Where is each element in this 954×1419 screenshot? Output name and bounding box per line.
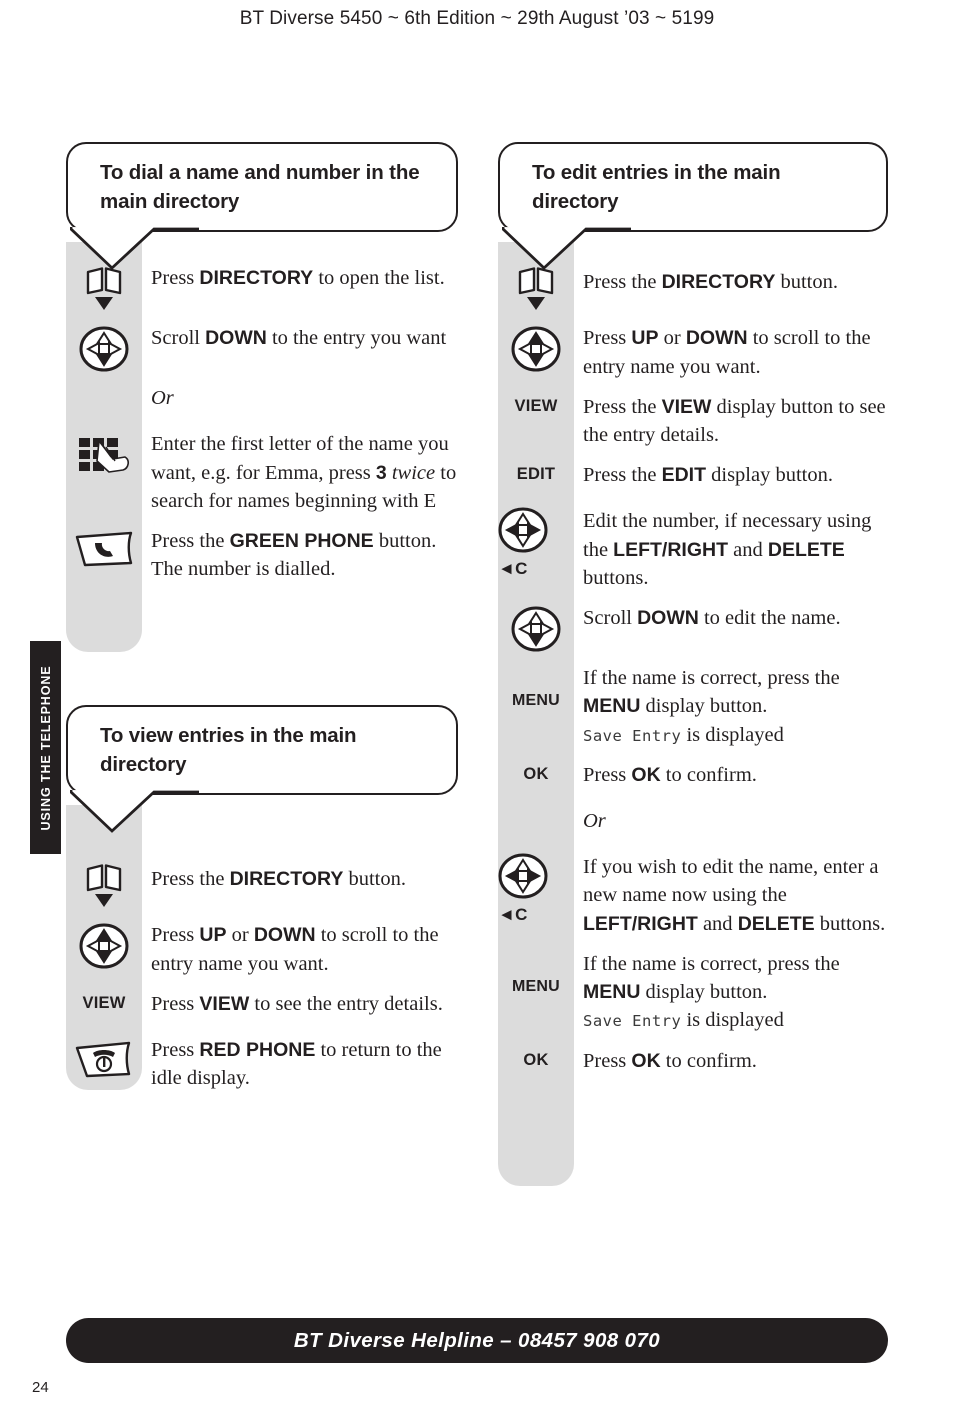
step-text: Press UP or DOWN to scroll to the entry … xyxy=(583,327,871,378)
step-text: Press OK to confirm. xyxy=(583,764,757,787)
step-item: Enter the first letter of the name you w… xyxy=(66,430,464,515)
step-text: Press OK to confirm. xyxy=(583,1049,757,1072)
nav-down-icon xyxy=(498,604,574,652)
nav-left-right-delete-icon: ◄C xyxy=(498,853,574,925)
steps-list: Press the DIRECTORY button. Press UP or … xyxy=(66,805,464,1092)
step-item-or: Or xyxy=(498,807,890,841)
steps-list: Press DIRECTORY to open the list. Scroll… xyxy=(66,242,464,653)
softkey-ok-label: OK xyxy=(498,761,574,795)
step-text: Enter the first letter of the name you w… xyxy=(151,433,457,512)
step-item: OK Press OK to confirm. xyxy=(498,761,890,795)
step-item: Press the GREEN PHONE button. The number… xyxy=(66,527,464,584)
page-number: 24 xyxy=(32,1379,49,1396)
nav-left-right-delete-icon: ◄C xyxy=(498,507,574,579)
step-item: Press UP or DOWN to scroll to the entry … xyxy=(66,921,464,978)
step-text: If the name is correct, press the MENU d… xyxy=(583,952,840,1032)
no-icon xyxy=(66,384,142,418)
step-text: Press the EDIT display button. xyxy=(583,464,833,487)
softkey-label: OK xyxy=(523,765,549,784)
softkey-edit-label: EDIT xyxy=(498,461,574,495)
section-side-tab: USING THE TELEPHONE xyxy=(30,641,61,854)
section-edit-entries: To edit entries in the main directory Pr… xyxy=(498,142,890,1187)
section-title-callout: To dial a name and number in the main di… xyxy=(66,142,458,271)
softkey-label: MENU xyxy=(512,977,560,995)
nav-down-icon xyxy=(66,324,142,372)
softkey-label: OK xyxy=(523,1050,549,1069)
step-text: Press RED PHONE to return to the idle di… xyxy=(151,1038,442,1090)
softkey-menu-label: MENU xyxy=(498,664,574,710)
step-item: Scroll DOWN to edit the name. xyxy=(498,604,890,652)
section-side-tab-label: USING THE TELEPHONE xyxy=(38,664,53,831)
step-text: Press the DIRECTORY button. xyxy=(151,868,406,891)
nav-up-down-icon xyxy=(66,921,142,969)
step-text: Scroll DOWN to the entry you want xyxy=(151,327,447,350)
softkey-label: VIEW xyxy=(514,396,558,415)
step-text: Press UP or DOWN to scroll to the entry … xyxy=(151,924,439,975)
section-title: To dial a name and number in the main di… xyxy=(100,161,420,214)
softkey-label: VIEW xyxy=(82,993,126,1012)
nav-up-down-icon xyxy=(498,324,574,372)
step-item: OK Press OK to confirm. xyxy=(498,1047,890,1081)
step-item: MENU If the name is correct, press the M… xyxy=(498,664,890,749)
step-item: Press UP or DOWN to scroll to the entry … xyxy=(498,324,890,381)
step-text: Or xyxy=(583,810,606,833)
keypad-hand-icon xyxy=(66,430,142,477)
section-title: To view entries in the main directory xyxy=(100,724,357,777)
softkey-label: MENU xyxy=(512,692,560,710)
callout-tail-icon xyxy=(502,227,631,271)
step-text: If the name is correct, press the MENU d… xyxy=(583,667,840,746)
step-item: ◄C Edit the number, if necessary using t… xyxy=(498,507,890,592)
delete-softkey-label: ◄C xyxy=(498,905,528,925)
step-text: Scroll DOWN to edit the name. xyxy=(583,607,841,630)
step-item: Scroll DOWN to the entry you want xyxy=(66,324,464,372)
no-icon xyxy=(498,807,574,841)
directory-book-icon xyxy=(66,861,142,909)
helpline-text: BT Diverse Helpline – 08457 908 070 xyxy=(293,1328,661,1352)
step-item: VIEW Press the VIEW display button to se… xyxy=(498,393,890,450)
step-text: Edit the number, if necessary using the … xyxy=(583,510,872,589)
step-item: MENU If the name is correct, press the M… xyxy=(498,950,890,1035)
helpline-bar: BT Diverse Helpline – 08457 908 070 xyxy=(66,1318,888,1363)
section-title-callout: To view entries in the main directory xyxy=(66,705,458,834)
step-item: Press RED PHONE to return to the idle di… xyxy=(66,1036,464,1093)
softkey-view-label: VIEW xyxy=(498,393,574,427)
step-text: Press the GREEN PHONE button. The number… xyxy=(151,530,437,581)
softkey-ok-label: OK xyxy=(498,1047,574,1081)
softkey-label: EDIT xyxy=(516,465,556,484)
section-title: To edit entries in the main directory xyxy=(532,161,781,214)
running-header: BT Diverse 5450 ~ 6th Edition ~ 29th Aug… xyxy=(239,8,715,29)
green-phone-icon xyxy=(66,527,142,569)
step-text: If you wish to edit the name, enter a ne… xyxy=(583,856,886,935)
section-view-entries: To view entries in the main directory Pr… xyxy=(66,705,464,1092)
callout-tail-icon xyxy=(70,227,199,271)
section-title-callout: To edit entries in the main directory xyxy=(498,142,888,271)
step-item: ◄C If you wish to edit the name, enter a… xyxy=(498,853,890,938)
callout-tail-icon xyxy=(70,790,199,834)
softkey-menu-label: MENU xyxy=(498,950,574,996)
softkey-view-label: VIEW xyxy=(66,990,142,1024)
step-text: Press VIEW to see the entry details. xyxy=(151,992,443,1015)
step-item: VIEW Press VIEW to see the entry details… xyxy=(66,990,464,1024)
delete-softkey-label: ◄C xyxy=(498,559,528,579)
step-item: EDIT Press the EDIT display button. xyxy=(498,461,890,495)
steps-list: Press the DIRECTORY button. Press UP or … xyxy=(498,242,890,1187)
step-text: Press the VIEW display button to see the… xyxy=(583,395,886,447)
step-text: Or xyxy=(151,387,174,410)
section-dial-name-number: To dial a name and number in the main di… xyxy=(66,142,464,653)
step-item-or: Or xyxy=(66,384,464,418)
red-phone-icon xyxy=(66,1036,142,1080)
